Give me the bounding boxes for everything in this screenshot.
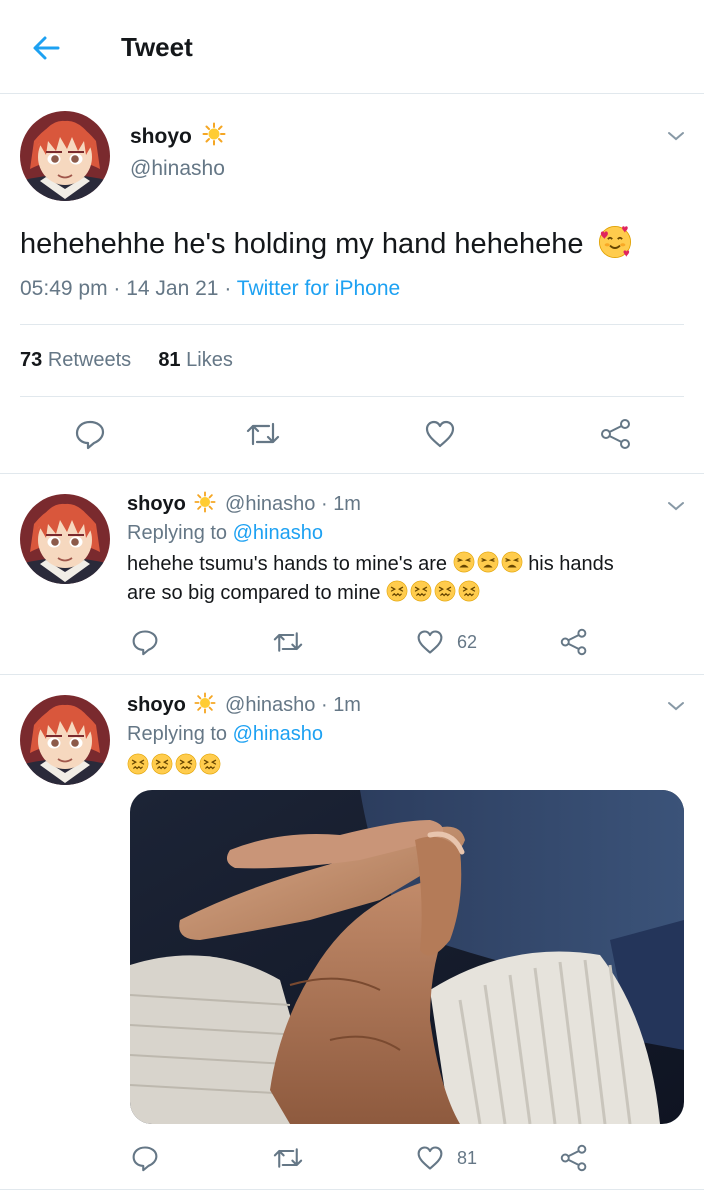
retweets-stat[interactable]: 73 Retweets xyxy=(20,349,131,371)
like-count: 81 xyxy=(457,1148,478,1168)
hands-photo-image xyxy=(130,790,684,1124)
heart-icon xyxy=(425,420,455,448)
tweet-source-link[interactable]: Twitter for iPhone xyxy=(237,277,400,300)
retweets-label: Retweets xyxy=(47,349,132,371)
retweet-button[interactable] xyxy=(272,1144,304,1172)
meta-separator: · xyxy=(224,277,237,300)
mention-link[interactable]: @hinasho xyxy=(233,723,323,745)
confounded-face-emoji xyxy=(386,580,408,602)
tweet-date: 14 Jan 21 xyxy=(126,277,219,300)
smiling-face-with-hearts-emoji xyxy=(598,225,632,259)
confounded-face-emoji xyxy=(151,753,173,775)
author-name[interactable]: shoyo xyxy=(127,694,186,716)
replying-to-label: Replying to xyxy=(127,723,228,745)
heart-icon xyxy=(417,1146,443,1170)
retweet-button[interactable] xyxy=(245,418,281,450)
reply-header: shoyo @hinasho · 1m xyxy=(127,491,361,516)
reply-text-line: are so big compared to mine xyxy=(127,582,381,604)
author-handle[interactable]: @hinasho xyxy=(130,157,225,181)
reply-icon xyxy=(132,630,158,656)
confounded-face-emoji xyxy=(127,753,149,775)
back-arrow-icon[interactable] xyxy=(28,30,64,66)
reply-button[interactable] xyxy=(74,418,106,450)
like-count: 62 xyxy=(457,632,478,652)
divider xyxy=(0,1189,704,1190)
like-button[interactable] xyxy=(424,418,456,450)
meta-separator: · xyxy=(113,277,127,300)
meta-separator: · xyxy=(320,694,334,716)
tired-face-emoji xyxy=(453,551,475,573)
author-name-label: shoyo xyxy=(130,125,192,148)
reply-text-line: his hands xyxy=(528,553,614,575)
tweet-stats: 73 Retweets 81 Likes xyxy=(20,349,233,372)
confounded-face-emoji xyxy=(410,580,432,602)
author-handle[interactable]: @hinasho xyxy=(225,694,315,716)
tweet-time: 05:49 pm xyxy=(20,277,108,300)
avatar[interactable] xyxy=(20,111,110,201)
tweet-meta: 05:49 pm · 14 Jan 21 · Twitter for iPhon… xyxy=(20,277,400,301)
reply-text: hehehe tsumu's hands to mine's are his h… xyxy=(127,550,614,578)
replying-to: Replying to @hinasho xyxy=(127,723,323,746)
author-name[interactable]: shoyo xyxy=(130,122,226,149)
reply-time: 1m xyxy=(333,493,361,515)
author-handle[interactable]: @hinasho xyxy=(225,493,315,515)
reply-text-line: hehehe tsumu's hands to mine's are xyxy=(127,553,448,575)
confounded-face-emoji xyxy=(175,753,197,775)
heart-icon xyxy=(417,630,443,654)
share-button[interactable] xyxy=(560,1144,588,1172)
divider xyxy=(20,324,684,325)
reply-icon xyxy=(132,1146,158,1172)
replying-to-label: Replying to xyxy=(127,522,228,544)
likes-stat[interactable]: 81 Likes xyxy=(158,349,233,371)
share-icon xyxy=(560,628,587,656)
tired-face-emoji xyxy=(501,551,523,573)
reply-header: shoyo @hinasho · 1m xyxy=(127,692,361,717)
like-button[interactable] xyxy=(416,628,444,656)
like-button[interactable] xyxy=(416,1144,444,1172)
confounded-face-emoji xyxy=(434,580,456,602)
replying-to: Replying to @hinasho xyxy=(127,522,323,545)
tweet-text: hehehehhe he's holding my hand hehehehe xyxy=(20,225,632,261)
share-icon xyxy=(601,419,630,449)
reply-button[interactable] xyxy=(131,1144,159,1172)
divider xyxy=(20,396,684,397)
likes-count: 81 xyxy=(158,349,181,371)
retweet-icon xyxy=(273,632,303,652)
confounded-face-emoji xyxy=(199,753,221,775)
confounded-face-emoji xyxy=(458,580,480,602)
divider xyxy=(0,674,704,675)
sun-emoji-icon xyxy=(194,491,216,513)
retweet-icon xyxy=(246,422,280,446)
chevron-down-icon[interactable] xyxy=(664,494,688,518)
retweets-count: 73 xyxy=(20,349,43,371)
retweet-icon xyxy=(273,1148,303,1168)
avatar[interactable] xyxy=(20,494,110,584)
tweet-text-body: hehehehhe he's holding my hand hehehehe xyxy=(20,228,584,260)
divider xyxy=(0,473,704,474)
reply-text xyxy=(127,752,221,780)
share-icon xyxy=(560,1144,587,1172)
top-bar: Tweet xyxy=(0,0,704,94)
likes-label: Likes xyxy=(186,349,233,371)
chevron-down-icon[interactable] xyxy=(664,694,688,718)
avatar[interactable] xyxy=(20,695,110,785)
sun-emoji-icon xyxy=(202,122,226,146)
meta-separator: · xyxy=(320,493,334,515)
reply-icon xyxy=(75,420,105,450)
retweet-button[interactable] xyxy=(272,628,304,656)
sun-emoji-icon xyxy=(194,692,216,714)
author-name[interactable]: shoyo xyxy=(127,493,186,515)
share-button[interactable] xyxy=(560,628,588,656)
mention-link[interactable]: @hinasho xyxy=(233,522,323,544)
tired-face-emoji xyxy=(477,551,499,573)
reply-text: are so big compared to mine xyxy=(127,579,480,607)
reply-time: 1m xyxy=(333,694,361,716)
page-title: Tweet xyxy=(121,32,193,62)
attached-photo[interactable] xyxy=(130,790,684,1124)
share-button[interactable] xyxy=(600,418,632,450)
reply-button[interactable] xyxy=(131,628,159,656)
chevron-down-icon[interactable] xyxy=(664,124,688,148)
